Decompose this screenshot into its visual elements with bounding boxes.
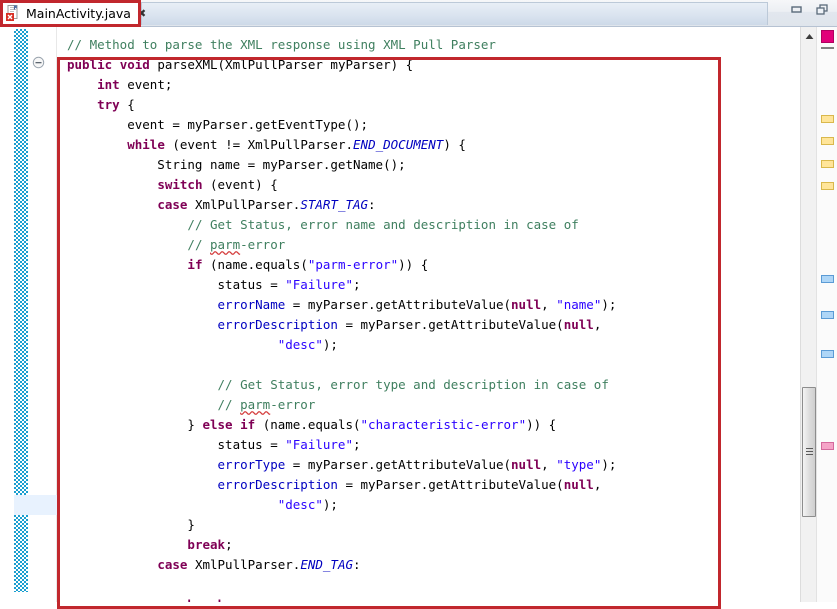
vertical-scrollbar[interactable] — [800, 27, 816, 602]
editor-gutter[interactable] — [0, 27, 57, 602]
tab-strip-background — [141, 2, 768, 25]
vertical-scroll-thumb[interactable] — [802, 387, 816, 517]
code-viewport[interactable]: // Method to parse the XML response usin… — [57, 27, 800, 602]
overview-marker-warning[interactable] — [821, 182, 834, 190]
eclipse-editor-window: MainActivity.java ✖ — [0, 0, 837, 602]
overview-marker-error[interactable] — [821, 30, 834, 43]
overview-ruler[interactable] — [816, 27, 837, 602]
overview-marker-occurrence[interactable] — [821, 350, 834, 358]
overview-marker-warning[interactable] — [821, 115, 834, 123]
editor-tab-bar: MainActivity.java ✖ — [0, 0, 837, 27]
minimize-icon[interactable] — [789, 3, 805, 17]
source-code[interactable]: // Method to parse the XML response usin… — [57, 27, 800, 602]
collapse-fold-icon[interactable] — [32, 54, 45, 67]
overview-ruler-separator — [821, 47, 834, 49]
overview-marker-warning[interactable] — [821, 160, 834, 168]
tab-label: MainActivity.java — [26, 6, 131, 21]
editor-area: // Method to parse the XML response usin… — [0, 27, 837, 602]
tab-mainactivity-java[interactable]: MainActivity.java ✖ — [1, 0, 138, 26]
window-controls — [789, 3, 831, 17]
overview-marker-search-match[interactable] — [821, 442, 834, 450]
overview-marker-occurrence[interactable] — [821, 311, 834, 319]
java-file-error-icon — [6, 5, 21, 21]
scroll-thumb-grip-icon — [806, 448, 813, 455]
overview-marker-warning[interactable] — [821, 137, 834, 145]
overview-marker-occurrence[interactable] — [821, 275, 834, 283]
close-icon[interactable]: ✖ — [137, 8, 146, 19]
scroll-up-icon[interactable] — [801, 29, 817, 43]
maximize-restore-icon[interactable] — [815, 3, 831, 17]
